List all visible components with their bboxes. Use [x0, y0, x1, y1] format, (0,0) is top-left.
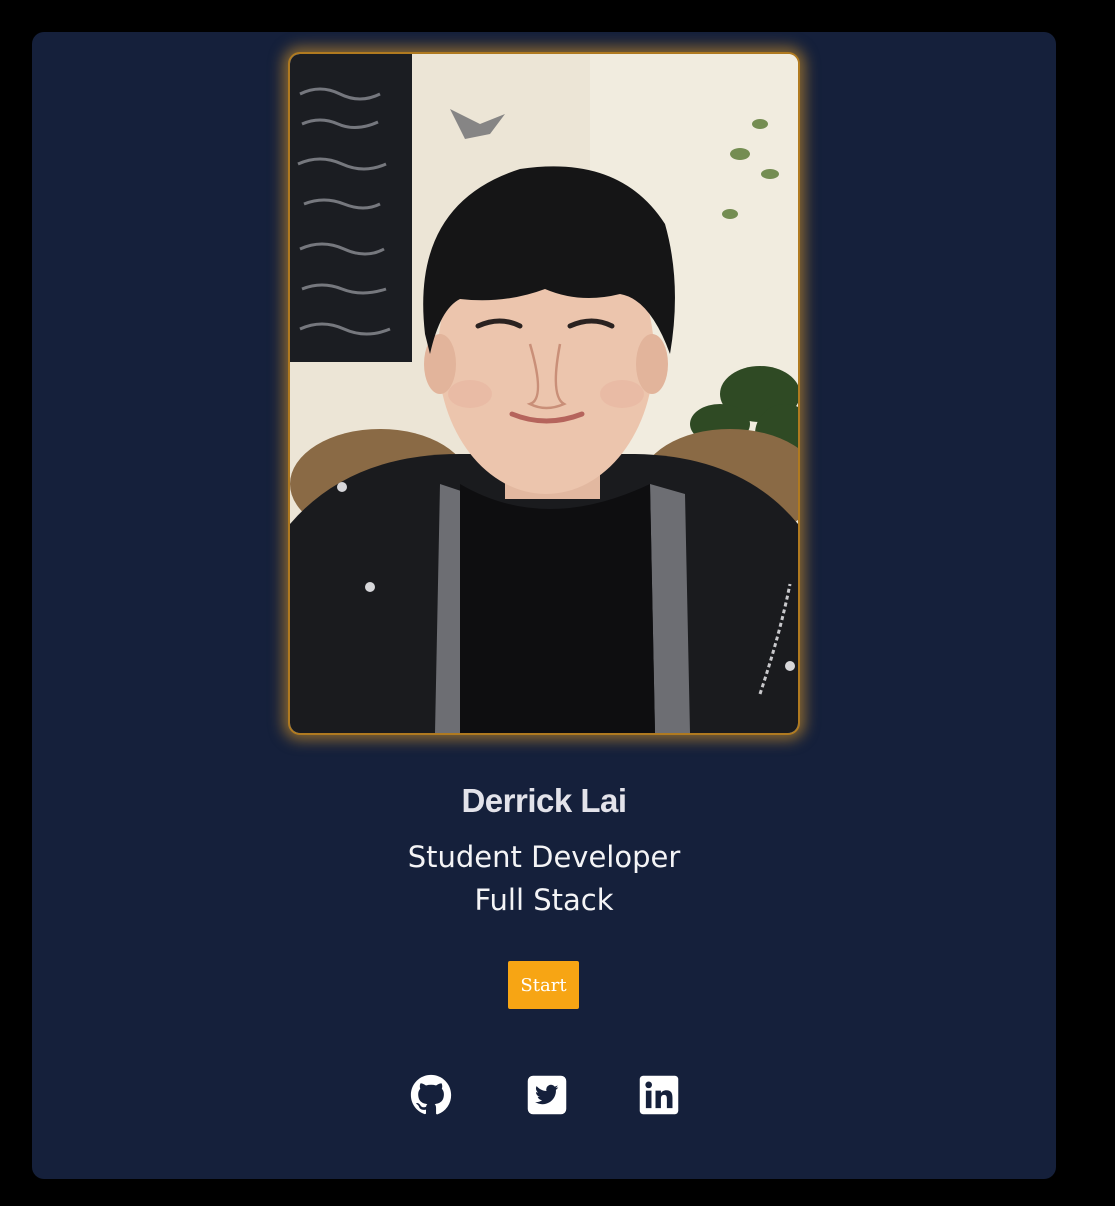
- github-link[interactable]: [410, 1074, 452, 1116]
- linkedin-link[interactable]: [638, 1074, 680, 1116]
- twitter-icon: [527, 1075, 567, 1115]
- profile-card: Derrick Lai Student Developer Full Stack…: [32, 32, 1056, 1179]
- profile-name: Derrick Lai: [461, 782, 627, 819]
- twitter-link[interactable]: [526, 1074, 568, 1116]
- profile-photo: [288, 52, 800, 735]
- github-icon: [410, 1074, 452, 1115]
- profile-role-line2: Full Stack: [474, 883, 614, 917]
- start-button[interactable]: Start: [508, 961, 579, 1009]
- linkedin-icon: [639, 1075, 679, 1115]
- profile-role-line1: Student Developer: [407, 840, 681, 874]
